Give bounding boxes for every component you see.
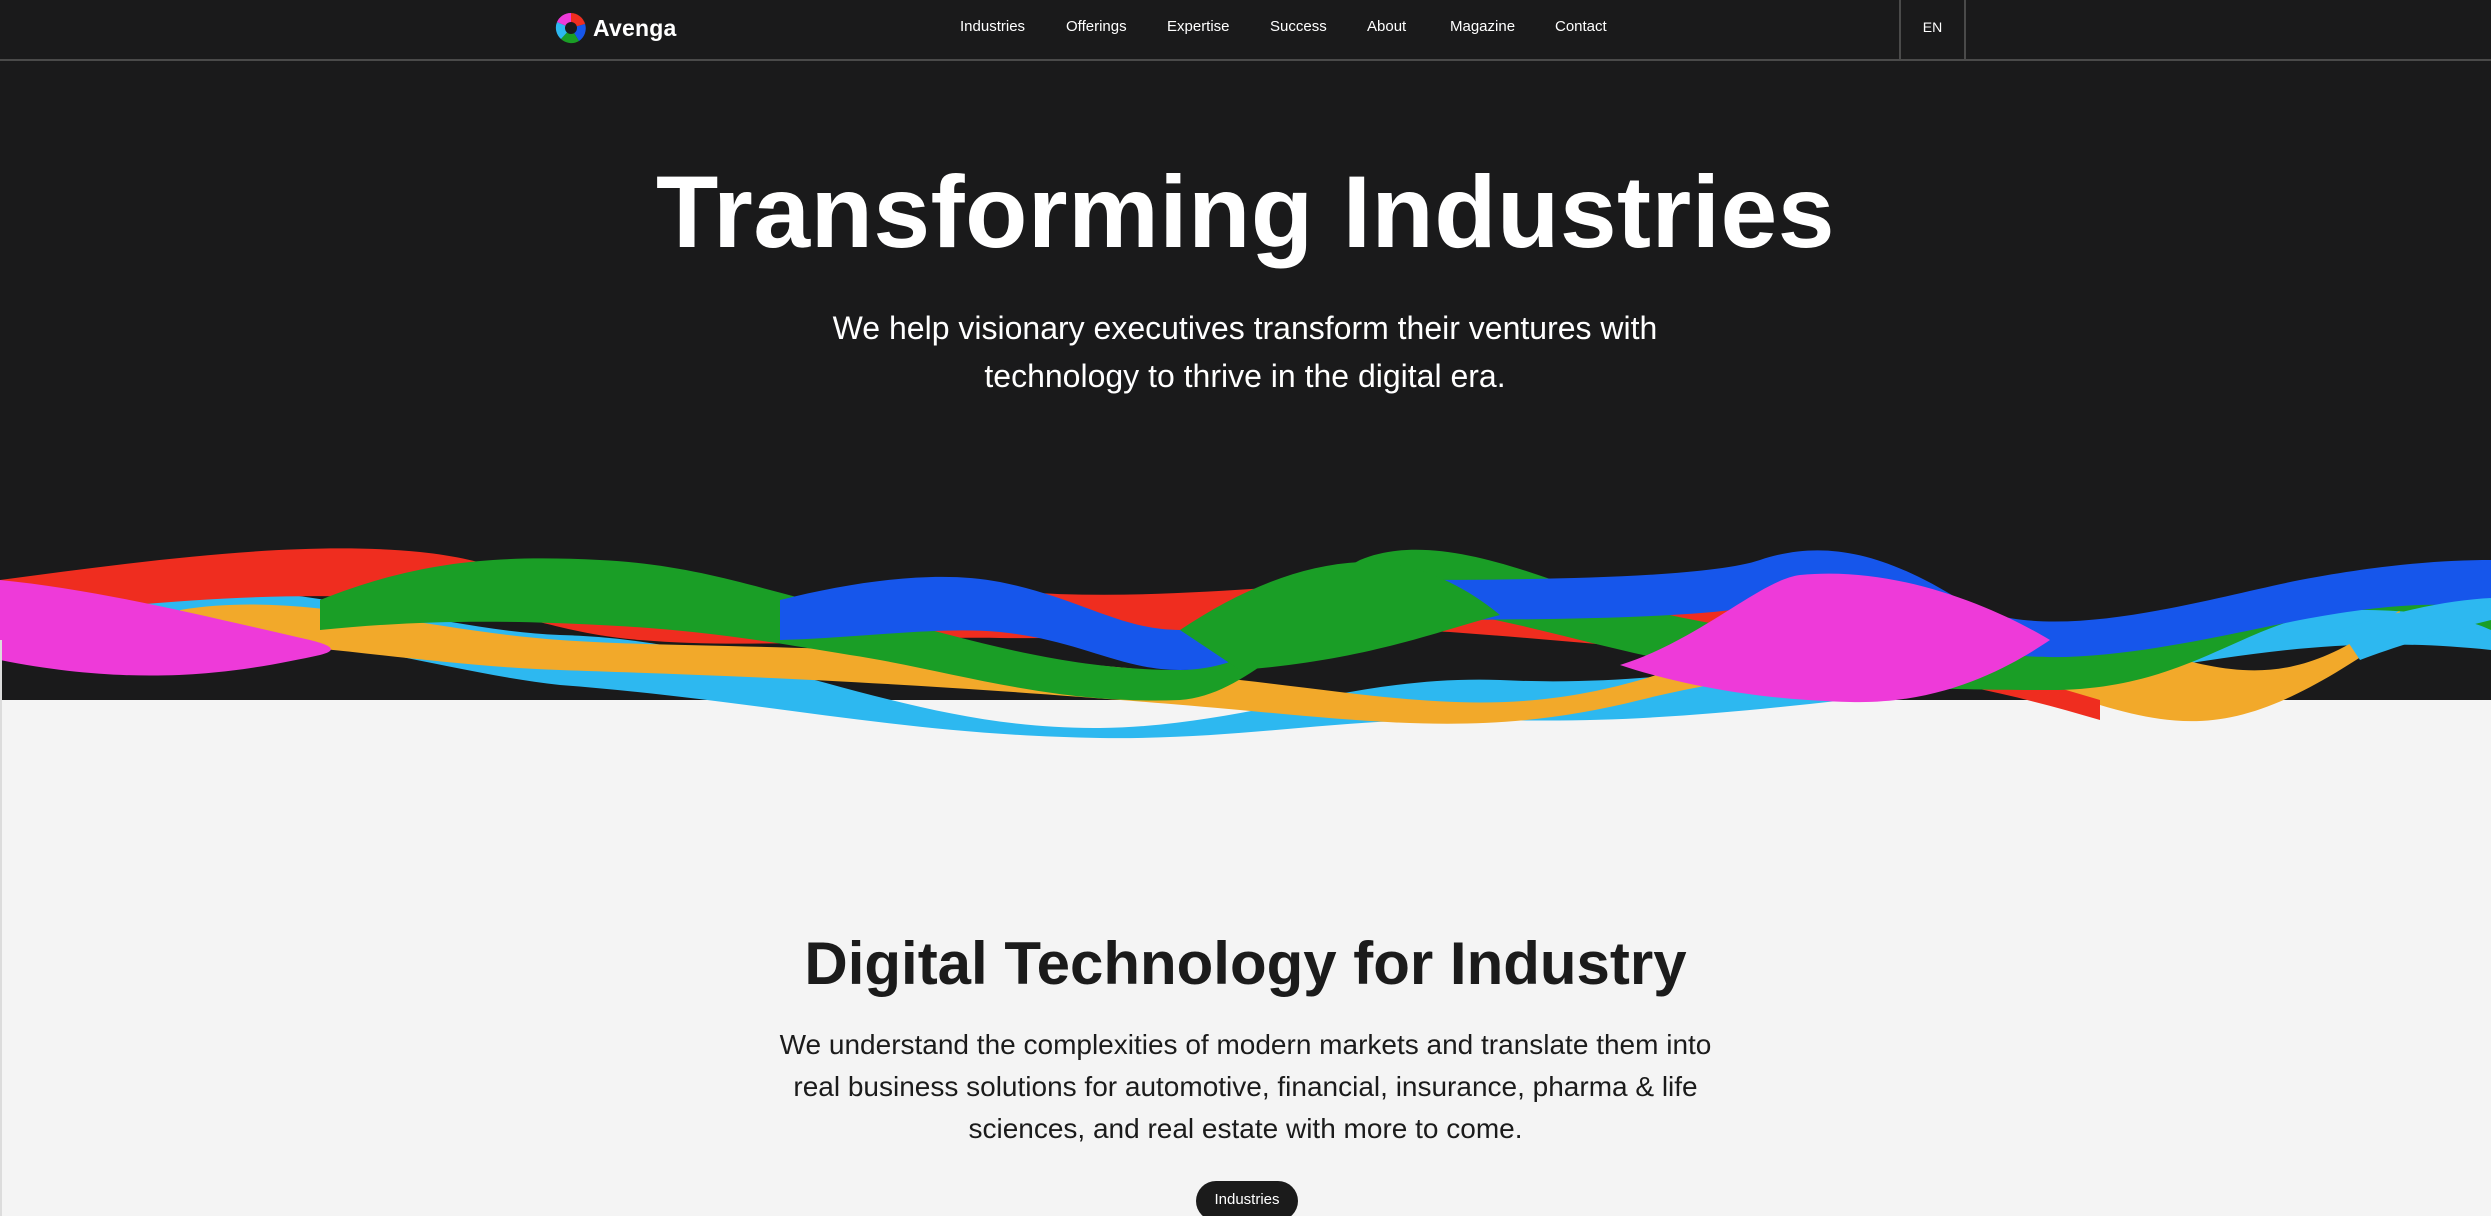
main-nav: Industries Offerings Expertise Success A… bbox=[0, 0, 2491, 54]
nav-item-industries[interactable]: Industries bbox=[960, 18, 1025, 35]
nav-item-expertise[interactable]: Expertise bbox=[1167, 18, 1230, 35]
nav-item-success[interactable]: Success bbox=[1270, 18, 1327, 35]
hero-title: Transforming Industries bbox=[655, 155, 1836, 269]
nav-item-magazine[interactable]: Magazine bbox=[1450, 18, 1515, 35]
site-header: Avenga Industries Offerings Expertise Su… bbox=[0, 0, 2491, 61]
nav-item-contact[interactable]: Contact bbox=[1555, 18, 1607, 35]
nav-item-about[interactable]: About bbox=[1367, 18, 1406, 35]
language-switcher[interactable]: EN bbox=[1899, 0, 1966, 60]
section-description: We understand the complexities of modern… bbox=[779, 1029, 1712, 1144]
color-waves-illustration bbox=[0, 548, 2491, 739]
nav-item-offerings[interactable]: Offerings bbox=[1066, 18, 1127, 35]
hero-subtitle: We help visionary executives transform t… bbox=[832, 310, 1658, 394]
section-title: Digital Technology for Industry bbox=[804, 930, 1687, 997]
industries-button[interactable]: Industries bbox=[1196, 1181, 1298, 1216]
